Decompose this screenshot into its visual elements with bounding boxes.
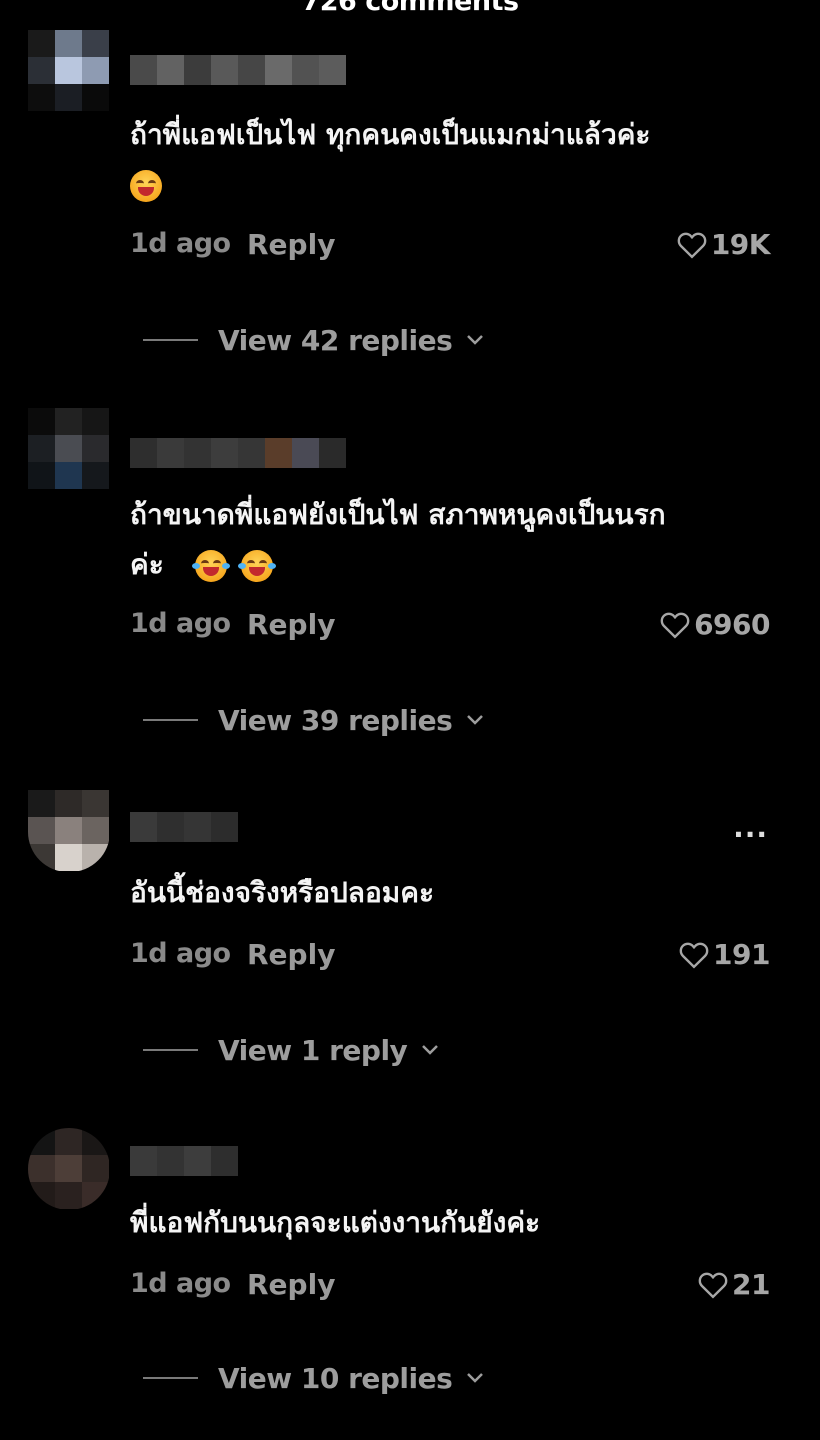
reply-button[interactable]: Reply (247, 938, 335, 971)
comment-text: อันนี้ช่องจริงหรือปลอมคะ (130, 876, 434, 909)
comment-meta: 1d ago Reply 19K (130, 228, 771, 268)
username-blurred[interactable] (130, 55, 346, 85)
chevron-down-icon (467, 1373, 484, 1383)
like-button[interactable]: 191 (679, 938, 770, 971)
comment-meta: 1d ago Reply 191 (130, 938, 770, 978)
divider-line (143, 339, 198, 341)
more-options-button[interactable]: ··· (733, 818, 768, 851)
chevron-down-icon (467, 335, 484, 345)
avatar[interactable] (28, 790, 110, 872)
comment-text: พี่แอฟกับนนกุลจะแต่งงานกันยังค่ะ (130, 1206, 541, 1239)
divider-line (143, 719, 198, 721)
view-replies-button[interactable]: View 1 reply (143, 1030, 441, 1070)
reply-button[interactable]: Reply (247, 608, 335, 641)
view-replies-label: View 39 replies (218, 703, 453, 737)
comment-text: ถ้าพี่แอฟเป็นไฟ ทุกคนคงเป็นแมกม่าแล้วค่ะ (130, 110, 770, 210)
chevron-down-icon (422, 1045, 439, 1055)
username-blurred[interactable] (130, 812, 238, 842)
heart-icon (679, 942, 709, 969)
username-blurred[interactable] (130, 1146, 238, 1176)
comment-time: 1d ago (130, 608, 231, 639)
like-button[interactable]: 6960 (660, 608, 770, 641)
smiling-face-with-sweat-icon (130, 170, 162, 202)
comment-text: ถ้าขนาดพี่แอฟยังเป็นไฟ สภาพหนูคงเป็นนรก … (130, 498, 666, 582)
like-count: 6960 (694, 608, 770, 641)
view-replies-label: View 1 reply (218, 1033, 408, 1067)
reply-button[interactable]: Reply (247, 228, 335, 261)
heart-icon (677, 232, 707, 259)
view-replies-button[interactable]: View 39 replies (143, 700, 486, 740)
comment-time: 1d ago (130, 228, 231, 259)
like-count: 21 (732, 1268, 770, 1301)
like-count: 19K (710, 228, 771, 261)
view-replies-label: View 42 replies (218, 323, 453, 357)
like-button[interactable]: 19K (677, 228, 771, 261)
face-with-tears-of-joy-icon (192, 550, 231, 582)
like-button[interactable]: 21 (698, 1268, 770, 1301)
avatar[interactable] (28, 30, 110, 112)
avatar[interactable] (28, 1128, 110, 1210)
comment-time: 1d ago (130, 938, 231, 969)
face-with-tears-of-joy-icon (238, 550, 277, 582)
comments-count-title: 726 comments (301, 0, 519, 17)
comment-meta: 1d ago Reply 21 (130, 1268, 770, 1308)
comment-meta: 1d ago Reply 6960 (130, 608, 770, 648)
comments-header: 726 comments (0, 0, 820, 40)
divider-line (143, 1377, 198, 1379)
avatar[interactable] (28, 408, 110, 490)
reply-button[interactable]: Reply (247, 1268, 335, 1301)
view-replies-button[interactable]: View 42 replies (143, 320, 486, 360)
heart-icon (660, 612, 690, 639)
view-replies-button[interactable]: View 10 replies (143, 1358, 486, 1398)
chevron-down-icon (467, 715, 484, 725)
divider-line (143, 1049, 198, 1051)
view-replies-label: View 10 replies (218, 1361, 453, 1395)
heart-icon (698, 1272, 728, 1299)
comment-time: 1d ago (130, 1268, 231, 1299)
username-blurred[interactable] (130, 438, 346, 468)
like-count: 191 (713, 938, 770, 971)
